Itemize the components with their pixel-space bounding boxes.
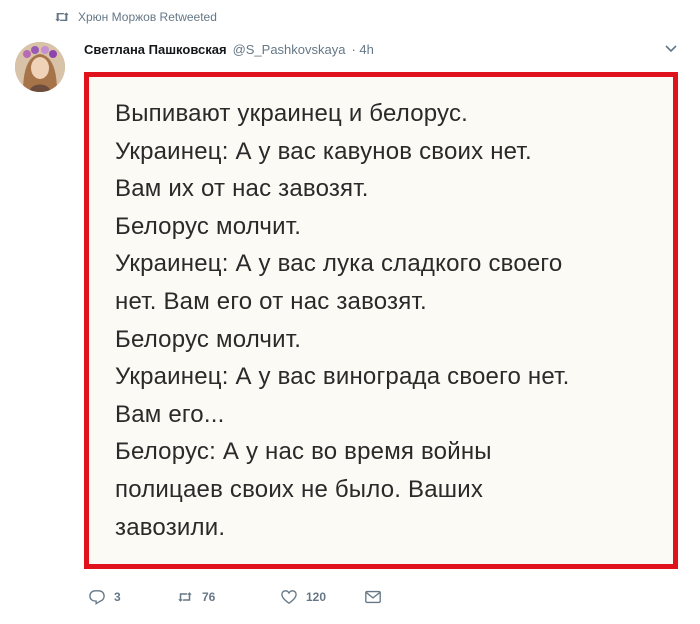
reply-button[interactable]: 3: [88, 589, 176, 605]
retweeted-by-text: Хрюн Моржов Retweeted: [78, 10, 217, 24]
chevron-down-icon[interactable]: [664, 44, 678, 54]
image-text-line: Украинец: А у вас винограда своего нет.: [115, 363, 570, 391]
image-text-line: Вам их от нас завозят.: [115, 175, 369, 203]
avatar[interactable]: [15, 42, 65, 92]
retweet-button[interactable]: 76: [176, 589, 280, 605]
heart-icon: [281, 590, 297, 605]
image-text-line: полицаев своих не было. Ваших: [115, 475, 484, 503]
retweet-icon: [178, 592, 192, 602]
tweet-image[interactable]: Выпивают украинец и белорус. Украинец: А…: [84, 72, 678, 569]
author-name[interactable]: Светлана Пашковская: [84, 42, 227, 57]
retweet-count: 76: [202, 590, 216, 604]
image-text-line: Украинец: А у вас кавунов своих нет.: [115, 137, 532, 165]
tweet-header: Светлана Пашковская @S_Pashkovskaya · 4h: [84, 42, 680, 57]
image-text-line: завозили.: [115, 513, 226, 541]
reply-icon: [89, 590, 105, 605]
tweet-actions: 3 76 120: [88, 589, 382, 605]
author-handle[interactable]: @S_Pashkovskaya: [233, 42, 346, 57]
image-text-line: Украинец: А у вас лука сладкого своего: [115, 250, 563, 278]
retweet-icon: [55, 12, 69, 22]
direct-message-button[interactable]: [364, 589, 382, 605]
avatar-image: [15, 42, 65, 92]
retweet-banner[interactable]: Хрюн Моржов Retweeted: [54, 10, 217, 24]
like-count: 120: [306, 590, 327, 604]
like-button[interactable]: 120: [280, 589, 364, 605]
image-text-line: Белорус молчит.: [115, 212, 302, 240]
image-text-line: Выпивают украинец и белорус.: [115, 100, 469, 127]
envelope-icon: [365, 590, 381, 604]
reply-count: 3: [114, 590, 121, 604]
image-text-line: Белорус: А у нас во время войны: [115, 438, 492, 466]
tweet-time[interactable]: · 4h: [351, 42, 373, 57]
image-text-line: нет. Вам его от нас завозят.: [115, 287, 427, 315]
image-text-line: Вам его...: [115, 400, 225, 428]
image-text-line: Белорус молчит.: [115, 325, 302, 353]
